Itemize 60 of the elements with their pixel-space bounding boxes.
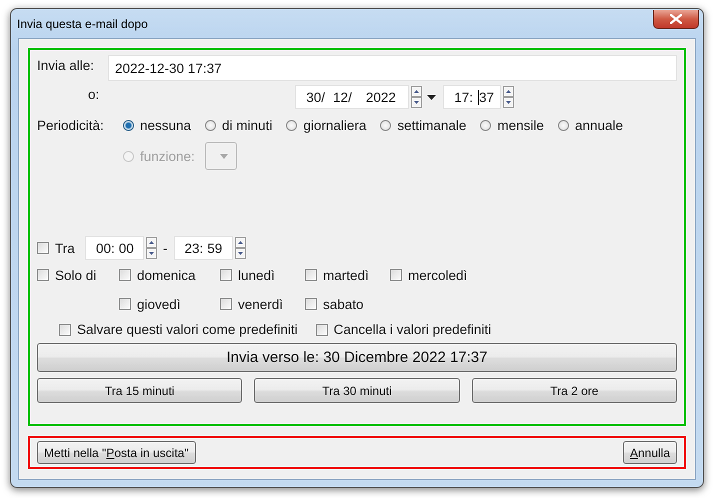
- checkbox[interactable]: [220, 269, 232, 281]
- spin-button[interactable]: [234, 237, 246, 259]
- checkbox[interactable]: [390, 269, 402, 281]
- time-field[interactable]: 17: 37: [443, 85, 502, 109]
- radio-label: giornaliera: [303, 118, 366, 133]
- time-field[interactable]: 00: 00: [85, 236, 144, 260]
- radio-button[interactable]: [286, 120, 298, 131]
- checkbox-label: Solo di: [55, 268, 96, 282]
- checkbox-label: Cancella i valori predefiniti: [334, 322, 492, 337]
- checkbox[interactable]: [37, 269, 49, 281]
- checkbox[interactable]: [316, 324, 328, 336]
- checkbox[interactable]: [220, 298, 232, 310]
- time-field[interactable]: 23: 59: [174, 236, 232, 260]
- radio-button[interactable]: [123, 120, 134, 131]
- radio-button[interactable]: [480, 120, 492, 131]
- checkbox-label: Salvare questi valori come predefiniti: [77, 322, 298, 337]
- checkbox[interactable]: [305, 298, 317, 310]
- spin-button[interactable]: [503, 86, 514, 108]
- quick-delay-button[interactable]: Tra 2 ore: [472, 378, 677, 403]
- radio-label: settimanale: [397, 118, 466, 133]
- radio-button[interactable]: [205, 120, 216, 131]
- checkbox-label: giovedì: [137, 296, 181, 312]
- outbox-button[interactable]: Metti nella "Posta in uscita": [37, 441, 196, 464]
- close-button[interactable]: [653, 10, 699, 29]
- dropdown-arrow-icon: [220, 154, 228, 158]
- window-title: Invia questa e-mail dopo: [17, 17, 148, 31]
- spin-button[interactable]: [411, 86, 422, 108]
- checkbox[interactable]: [37, 242, 49, 254]
- checkbox-label: sabato: [323, 296, 364, 312]
- send-at-field[interactable]: 2022-12-30 17:37: [108, 55, 677, 81]
- radio-button[interactable]: [558, 120, 569, 131]
- checkbox[interactable]: [119, 269, 131, 281]
- cancel-button[interactable]: Annulla: [622, 441, 677, 464]
- function-dropdown[interactable]: [204, 142, 237, 170]
- radio-label: funzione:: [140, 148, 195, 164]
- checkbox-label: domenica: [137, 268, 196, 282]
- checkbox-label: martedì: [323, 268, 369, 282]
- radio-label: annuale: [574, 118, 624, 133]
- quick-delay-button[interactable]: Tra 30 minuti: [254, 378, 460, 403]
- quick-delay-button[interactable]: Tra 15 minuti: [37, 378, 242, 403]
- or-label: o:: [87, 87, 100, 102]
- checkbox-label: Tra: [55, 240, 75, 256]
- send-at-label: Invia alle:: [37, 58, 96, 73]
- send-button[interactable]: Invia verso le: 30 Dicembre 2022 17:37: [37, 343, 677, 372]
- checkbox[interactable]: [119, 298, 131, 310]
- checkbox[interactable]: [59, 324, 71, 336]
- date-field[interactable]: 30/ 12/ 2022: [295, 85, 410, 109]
- radio-label: di minuti: [222, 118, 272, 133]
- radio-label: mensile: [497, 118, 544, 133]
- dropdown-arrow-icon[interactable]: [427, 94, 436, 100]
- radio-button[interactable]: [380, 120, 392, 131]
- radio-label: nessuna: [140, 118, 192, 133]
- checkbox-label: lunedì: [238, 268, 275, 282]
- checkbox-label: venerdì: [238, 296, 284, 312]
- range-separator: -: [163, 240, 168, 256]
- recurrence-label: Periodicità:: [37, 118, 105, 133]
- checkbox[interactable]: [305, 269, 317, 281]
- spin-button[interactable]: [146, 237, 157, 259]
- checkbox-label: mercoledì: [408, 268, 468, 282]
- close-icon: [670, 14, 682, 24]
